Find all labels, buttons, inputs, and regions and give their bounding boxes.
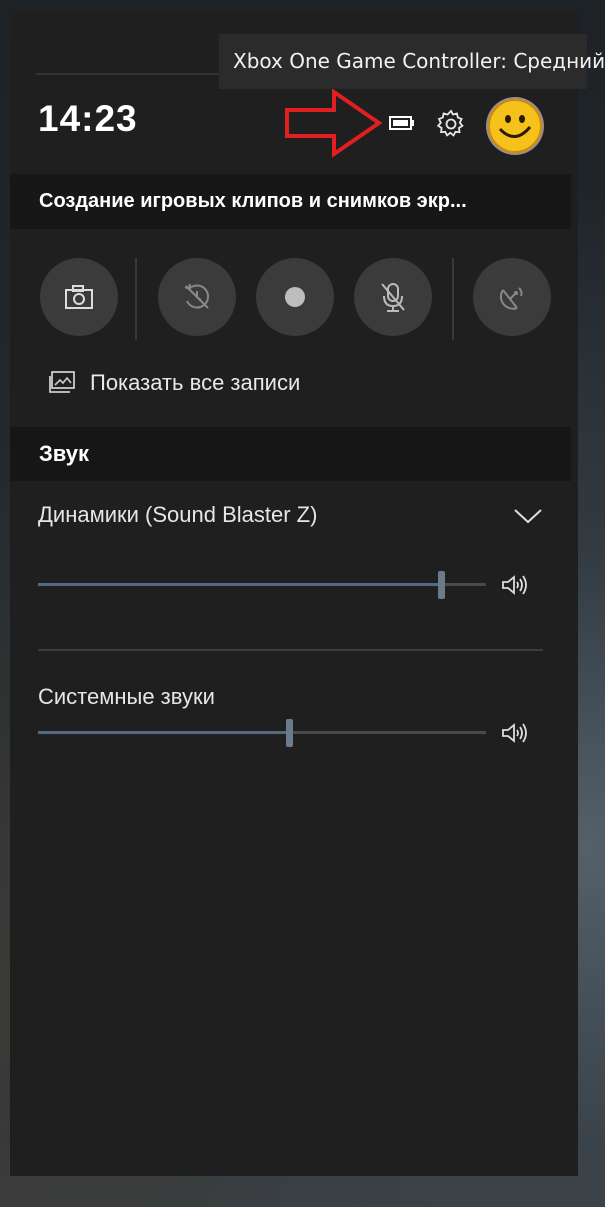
record-last-button[interactable] bbox=[158, 258, 236, 336]
output-device-label: Динамики (Sound Blaster Z) bbox=[38, 502, 318, 527]
speaker-icon[interactable] bbox=[500, 721, 528, 745]
smiley-avatar-icon bbox=[488, 99, 542, 153]
button-separator bbox=[135, 258, 137, 340]
record-button[interactable] bbox=[256, 258, 334, 336]
button-separator bbox=[452, 258, 454, 340]
battery-icon[interactable] bbox=[389, 115, 415, 131]
slider-thumb[interactable] bbox=[438, 571, 445, 599]
capture-widget-title: Создание игровых клипов и снимков экр... bbox=[39, 190, 467, 212]
audio-widget-header: Звук bbox=[10, 427, 571, 481]
record-dot-icon bbox=[285, 287, 305, 307]
screenshot-button[interactable] bbox=[40, 258, 118, 336]
mic-off-icon bbox=[381, 283, 405, 312]
broadcast-icon bbox=[500, 287, 523, 310]
device-volume-slider[interactable] bbox=[38, 571, 486, 599]
gear-icon[interactable] bbox=[435, 108, 467, 140]
clock: 14:23 bbox=[38, 98, 138, 139]
battery-tooltip: Xbox One Game Controller: Средний bbox=[219, 34, 605, 89]
slider-fill bbox=[38, 583, 441, 586]
broadcast-button[interactable] bbox=[473, 258, 551, 336]
gallery-icon bbox=[49, 371, 75, 393]
mic-toggle-button[interactable] bbox=[354, 258, 432, 336]
system-sounds-label: Системные звуки bbox=[38, 684, 215, 709]
show-all-captures-link[interactable]: Показать все записи bbox=[48, 366, 300, 400]
camera-icon bbox=[65, 285, 93, 309]
avatar[interactable] bbox=[486, 97, 544, 155]
record-last-icon bbox=[184, 283, 210, 309]
red-arrow-annotation bbox=[285, 88, 383, 158]
speaker-icon[interactable] bbox=[500, 573, 528, 597]
audio-widget-title: Звук bbox=[39, 441, 90, 466]
chevron-down-icon[interactable] bbox=[513, 507, 543, 525]
slider-fill bbox=[38, 731, 289, 734]
capture-widget-header: Создание игровых клипов и снимков экр... bbox=[10, 174, 571, 229]
show-all-captures-label: Показать все записи bbox=[90, 370, 301, 395]
audio-divider bbox=[38, 649, 543, 651]
slider-thumb[interactable] bbox=[286, 719, 293, 747]
system-volume-slider[interactable] bbox=[38, 719, 486, 747]
